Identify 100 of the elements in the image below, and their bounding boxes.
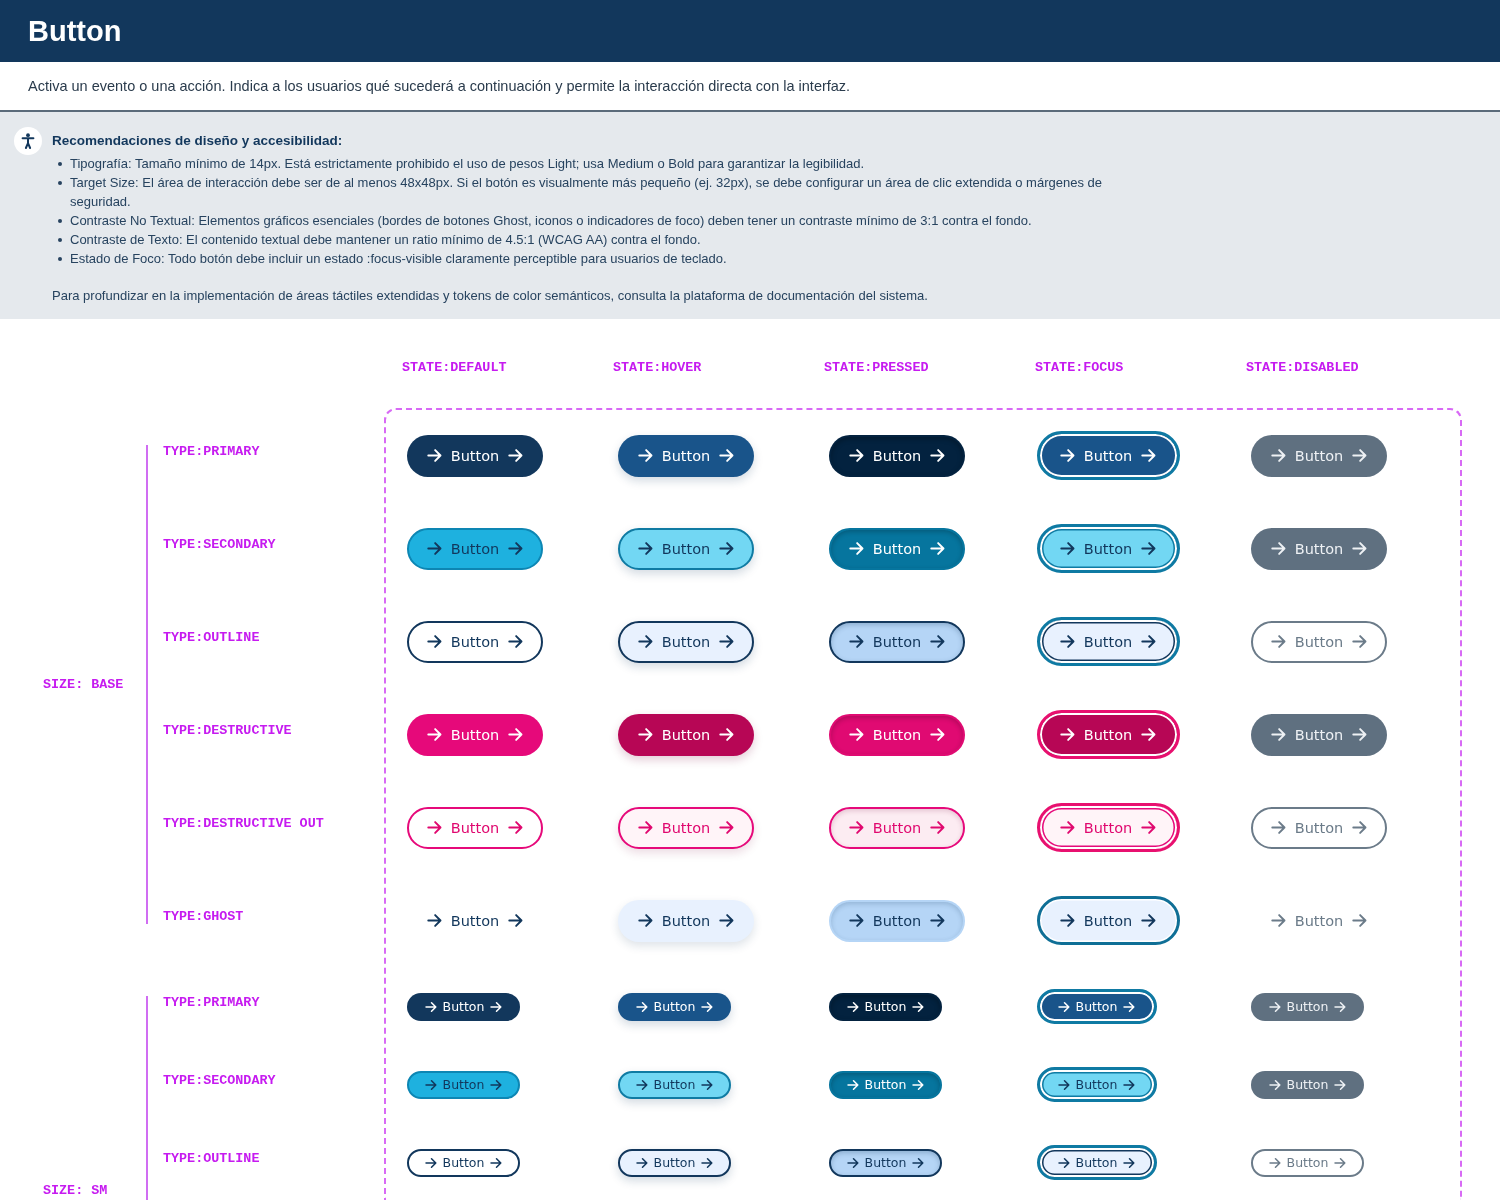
pill-button[interactable]: Button: [618, 992, 731, 1021]
pill-button[interactable]: Button: [829, 899, 965, 942]
arrow-right-icon: [508, 820, 524, 835]
arrow-right-icon: [508, 541, 524, 556]
arrow-right-icon: [508, 727, 524, 742]
pill-button[interactable]: Button: [618, 1070, 731, 1099]
pill-button[interactable]: Button: [1036, 431, 1180, 480]
arrow-right-icon: [930, 913, 946, 928]
arrow-right-icon: [426, 541, 442, 556]
pill-button[interactable]: Button: [1036, 896, 1180, 945]
arrow-right-icon: [490, 1000, 503, 1013]
pill-button[interactable]: Button: [1036, 524, 1180, 573]
pill-button[interactable]: Button: [407, 899, 543, 942]
pill-button[interactable]: Button: [407, 1070, 520, 1099]
pill-button[interactable]: Button: [829, 713, 965, 756]
pill-button[interactable]: Button: [829, 992, 942, 1021]
pill-button[interactable]: Button: [407, 1148, 520, 1177]
state-label: STATE:FOCUS: [1035, 359, 1124, 377]
arrow-right-icon: [912, 1000, 925, 1013]
arrow-right-icon: [1334, 1156, 1347, 1169]
arrow-right-icon: [930, 634, 946, 649]
type-label: TYPE:OUTLINE: [163, 1152, 260, 1166]
pill-button[interactable]: Button: [618, 620, 754, 663]
arrow-right-icon: [426, 448, 442, 463]
arrow-right-icon: [719, 820, 735, 835]
arrow-right-icon: [1268, 1156, 1281, 1169]
pill-button[interactable]: Button: [1036, 989, 1157, 1024]
arrow-right-icon: [490, 1156, 503, 1169]
pill-button[interactable]: Button: [618, 899, 754, 942]
pill-button[interactable]: Button: [407, 806, 543, 849]
arrow-right-icon: [1352, 541, 1368, 556]
arrow-right-icon: [635, 1000, 648, 1013]
pill-button[interactable]: Button: [829, 527, 965, 570]
type-label: TYPE:SECONDARY: [163, 1074, 276, 1088]
arrow-right-icon: [701, 1156, 714, 1169]
arrow-right-icon: [848, 913, 864, 928]
state-label: STATE:PRESSED: [824, 359, 929, 377]
bullet-icon: [58, 257, 62, 261]
arrow-right-icon: [1270, 913, 1286, 928]
pill-button[interactable]: Button: [1036, 1067, 1157, 1102]
arrow-right-icon: [719, 448, 735, 463]
arrow-right-icon: [1123, 1078, 1136, 1091]
pill-button[interactable]: Button: [618, 434, 754, 477]
pill-button[interactable]: Button: [829, 806, 965, 849]
arrow-right-icon: [426, 913, 442, 928]
pill-button[interactable]: Button: [618, 713, 754, 756]
arrow-right-icon: [1270, 634, 1286, 649]
arrow-right-icon: [1352, 448, 1368, 463]
pill-button[interactable]: Button: [1036, 710, 1180, 759]
arrow-right-icon: [1059, 820, 1075, 835]
page-title: Button: [28, 14, 122, 48]
arrow-right-icon: [637, 727, 653, 742]
size-label: SIZE: BASE: [43, 677, 124, 692]
arrow-right-icon: [930, 448, 946, 463]
guideline-text: Contraste de Texto: El contenido textual debe mantener un ratio mínimo de 4.5:1 (WCAG AA) contra el fondo.: [70, 231, 701, 249]
arrow-right-icon: [1352, 634, 1368, 649]
type-label: TYPE:PRIMARY: [163, 996, 260, 1010]
arrow-right-icon: [848, 634, 864, 649]
pill-button[interactable]: Button: [829, 620, 965, 663]
arrow-right-icon: [426, 820, 442, 835]
arrow-right-icon: [1123, 1156, 1136, 1169]
guideline-text: Contraste No Textual: Elementos gráficos esenciales (bordes de botones Ghost, iconos o indicadores de foco) deben tener un contraste mínimo de 3:1 contra el fondo.: [70, 212, 1032, 230]
arrow-right-icon: [1352, 727, 1368, 742]
arrow-right-icon: [424, 1078, 437, 1091]
pill-button[interactable]: Button: [829, 1148, 942, 1177]
pill-button[interactable]: Button: [407, 527, 543, 570]
pill-button[interactable]: Button: [1036, 1145, 1157, 1180]
pill-button[interactable]: Button: [1036, 617, 1180, 666]
arrow-right-icon: [1141, 448, 1157, 463]
arrow-right-icon: [508, 634, 524, 649]
description-text: Activa un evento o una acción. Indica a los usuarios qué sucederá a continuación y permite la interacción directa con la interfaz.: [28, 77, 851, 96]
bullet-icon: [58, 181, 62, 185]
arrow-right-icon: [426, 727, 442, 742]
arrow-right-icon: [637, 820, 653, 835]
state-label: STATE:HOVER: [613, 359, 702, 377]
pill-button[interactable]: Button: [407, 992, 520, 1021]
pill-button[interactable]: Button: [407, 434, 543, 477]
arrow-right-icon: [719, 634, 735, 649]
arrow-right-icon: [848, 727, 864, 742]
pill-button[interactable]: Button: [829, 434, 965, 477]
arrow-right-icon: [426, 634, 442, 649]
pill-button[interactable]: Button: [1036, 803, 1180, 852]
pill-button[interactable]: Button: [407, 620, 543, 663]
type-label: TYPE:DESTRUCTIVE OUT: [163, 817, 324, 831]
pill-button[interactable]: Button: [618, 806, 754, 849]
arrow-right-icon: [1059, 448, 1075, 463]
type-label: TYPE:PRIMARY: [163, 445, 260, 459]
arrow-right-icon: [719, 541, 735, 556]
pill-button[interactable]: Button: [407, 713, 543, 756]
arrow-right-icon: [719, 913, 735, 928]
arrow-right-icon: [1270, 727, 1286, 742]
pill-button[interactable]: Button: [829, 1070, 942, 1099]
arrow-right-icon: [1334, 1078, 1347, 1091]
arrow-right-icon: [1270, 820, 1286, 835]
pill-button[interactable]: Button: [618, 527, 754, 570]
arrow-right-icon: [490, 1078, 503, 1091]
arrow-right-icon: [912, 1156, 925, 1169]
pill-button[interactable]: Button: [618, 1148, 731, 1177]
arrow-right-icon: [1141, 727, 1157, 742]
type-label: TYPE:SECONDARY: [163, 538, 276, 552]
